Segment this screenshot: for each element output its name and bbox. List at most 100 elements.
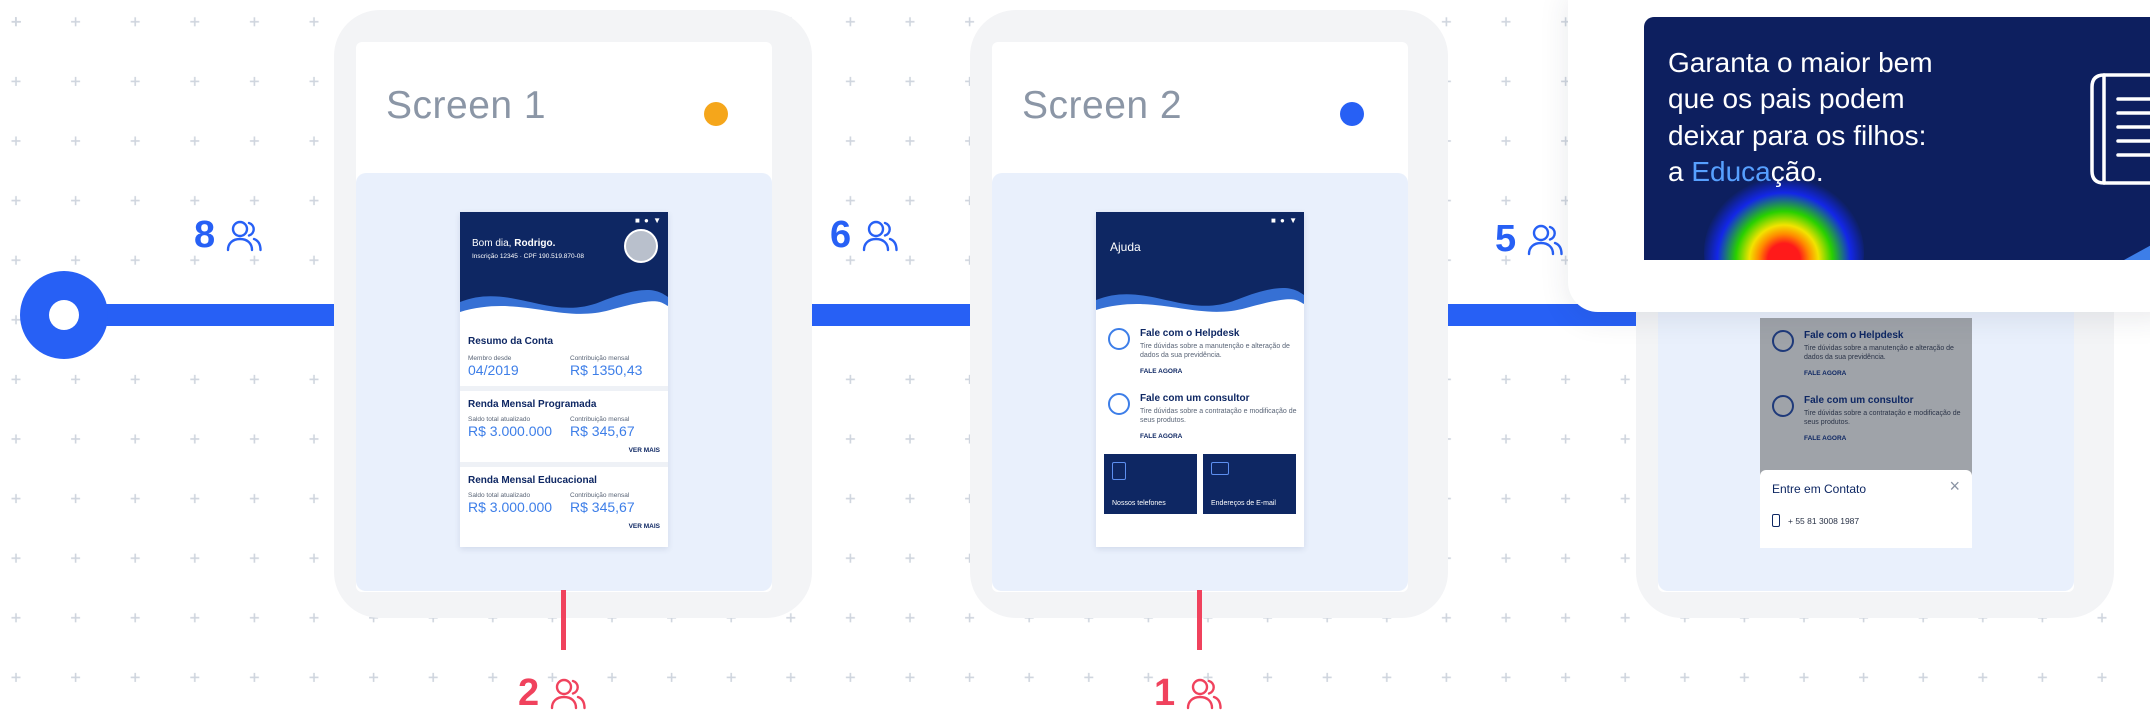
drop-count-2: 1 xyxy=(1154,672,1223,715)
item-desc: Tire dúvidas sobre a manutenção e altera… xyxy=(1140,343,1290,360)
banner-line-3: deixar para os filhos: xyxy=(1668,119,1927,151)
field-value: 04/2019 xyxy=(468,362,519,378)
screen-1-status-dot xyxy=(704,102,728,126)
field-value: R$ 3.000.000 xyxy=(468,423,553,439)
tile-email[interactable]: Endereços de E-mail xyxy=(1203,454,1296,515)
divider xyxy=(460,386,668,391)
sheet-title: Entre em Contato xyxy=(1772,482,1867,496)
field-label: Membro desde xyxy=(468,355,512,362)
field-label: Contribuição mensal xyxy=(570,416,630,423)
section-title: Resumo da Conta xyxy=(468,336,554,347)
dashboard-header: ■ ● ▼ Bom dia, Rodrigo. Inscrição 12345 … xyxy=(460,212,668,322)
field-label: Saldo total atualizado xyxy=(468,492,531,499)
sheet-phone-row[interactable]: + 55 81 3008 1987 xyxy=(1772,514,1859,527)
greeting-subline: Inscrição 12345 · CPF 190.519.870-08 xyxy=(472,253,585,260)
fale-agora-link[interactable]: FALE AGORA xyxy=(1804,435,1972,442)
screen-1-title: Screen 1 xyxy=(386,84,547,127)
section-resumo[interactable]: Resumo da Conta Membro desde 04/2019 Cont… xyxy=(460,336,668,378)
fale-agora-link[interactable]: FALE AGORA xyxy=(1140,433,1304,440)
section-renda-educacional[interactable]: Renda Mensal Educacional Saldo total atu… xyxy=(460,475,668,530)
flow-count-3-value: 5 xyxy=(1495,218,1517,260)
helpdesk-item[interactable]: Fale com o Helpdesk Tire dúvidas sobre a… xyxy=(1096,328,1304,375)
screen-2-title: Screen 2 xyxy=(1022,84,1183,127)
drop-line-2 xyxy=(1197,590,1202,650)
book-icon xyxy=(2090,73,2150,185)
greeting-name: Rodrigo. xyxy=(514,238,556,249)
item-title: Fale com o Helpdesk xyxy=(1140,328,1240,339)
item-desc: Tire dúvidas sobre a manutenção e altera… xyxy=(1804,345,1954,362)
banner-corner-accent xyxy=(2124,238,2150,260)
consultor-item[interactable]: Fale com um consultor Tire dúvidas sobre… xyxy=(1096,393,1304,440)
contact-sheet: Entre em Contato × + 55 81 3008 1987 xyxy=(1760,470,1972,548)
header-wave xyxy=(1096,288,1304,320)
greeting-prefix: Bom dia, xyxy=(472,238,515,249)
status-bar: ■ ● ▼ xyxy=(1270,216,1298,225)
users-icon xyxy=(862,220,898,251)
status-bar: ■ ● ▼ xyxy=(634,216,662,225)
drop-count-1-value: 2 xyxy=(518,672,540,714)
phone-icon xyxy=(1772,514,1780,527)
fale-agora-link[interactable]: FALE AGORA xyxy=(1804,370,1972,377)
flow-start-node[interactable] xyxy=(20,271,108,359)
banner-line-4-suffix: ção. xyxy=(1770,156,1824,188)
flow-count-2: 6 xyxy=(830,214,899,257)
banner-text: Garanta o maior bem que os pais podem de… xyxy=(1668,45,1933,191)
users-icon xyxy=(550,678,586,709)
item-title: Fale com o Helpdesk xyxy=(1804,330,1904,341)
screen-2-phone-preview[interactable]: ■ ● ▼ Ajuda Fale com o Helpdesk Tire dúv… xyxy=(1096,212,1304,547)
person-icon xyxy=(1108,393,1130,416)
ver-mais-link[interactable]: VER MAIS xyxy=(468,447,660,454)
users-icon xyxy=(226,220,262,251)
field-value: R$ 3.000.000 xyxy=(468,499,553,515)
screen-2-status-dot xyxy=(1340,102,1364,126)
ver-mais-link[interactable]: VER MAIS xyxy=(468,523,660,530)
screen-2-body: ■ ● ▼ Ajuda Fale com o Helpdesk Tire dúv… xyxy=(992,173,1408,591)
flow-count-2-value: 6 xyxy=(830,214,852,256)
item-title: Fale com um consultor xyxy=(1804,395,1914,407)
help-header: ■ ● ▼ Ajuda xyxy=(1096,212,1304,320)
screen-3-phone-preview[interactable]: Fale com o Helpdesk Tire dúvidas sobre a… xyxy=(1760,318,1972,548)
tile-label: Endereços de E-mail xyxy=(1211,499,1276,507)
headset-icon xyxy=(1772,330,1794,352)
close-icon[interactable]: × xyxy=(1949,476,1960,497)
section-title: Renda Mensal Programada xyxy=(468,399,597,410)
field-value: R$ 1350,43 xyxy=(570,362,643,378)
flow-count-1: 8 xyxy=(194,214,263,257)
headset-icon xyxy=(1108,328,1130,350)
banner-line-2: que os pais podem xyxy=(1668,83,1905,115)
drop-line-1 xyxy=(561,590,566,650)
section-renda-programada[interactable]: Renda Mensal Programada Saldo total atua… xyxy=(460,399,668,454)
field-value: R$ 345,67 xyxy=(570,499,635,515)
contact-tiles: Nossos telefones Endereços de E-mail xyxy=(1096,454,1304,515)
field-label: Contribuição mensal xyxy=(570,492,630,499)
field-label: Contribuição mensal xyxy=(570,355,630,362)
consultor-item[interactable]: Fale com um consultor Tire dúvidas sobre… xyxy=(1760,395,1972,442)
tile-telefones[interactable]: Nossos telefones xyxy=(1104,454,1197,515)
drop-count-1: 2 xyxy=(518,672,587,715)
fale-agora-link[interactable]: FALE AGORA xyxy=(1140,368,1304,375)
users-icon xyxy=(1527,224,1563,255)
screen-1-phone-preview[interactable]: ■ ● ▼ Bom dia, Rodrigo. Inscrição 12345 … xyxy=(460,212,668,547)
mail-icon xyxy=(1211,462,1229,476)
person-icon xyxy=(1772,395,1794,418)
sheet-phone: + 55 81 3008 1987 xyxy=(1788,515,1860,526)
avatar[interactable] xyxy=(624,229,658,263)
screen-1-card[interactable]: Screen 1 ■ ● ▼ Bom dia, Rodrigo. Inscriç… xyxy=(356,42,772,592)
helpdesk-item[interactable]: Fale com o Helpdesk Tire dúvidas sobre a… xyxy=(1760,330,1972,377)
banner-line-4-prefix: a xyxy=(1668,156,1692,188)
flow-count-3: 5 xyxy=(1495,218,1564,261)
tile-label: Nossos telefones xyxy=(1112,499,1166,507)
field-label: Saldo total atualizado xyxy=(468,416,531,423)
item-title: Fale com um consultor xyxy=(1140,393,1250,405)
header-wave xyxy=(460,290,668,322)
flow-start-node-center xyxy=(49,300,79,330)
greeting: Bom dia, Rodrigo. xyxy=(472,238,555,249)
heatmap-banner[interactable]: Garanta o maior bem que os pais podem de… xyxy=(1644,17,2150,260)
item-desc: Tire dúvidas sobre a contratação e modif… xyxy=(1140,408,1297,425)
phone-icon xyxy=(1112,462,1126,481)
field-value: R$ 345,67 xyxy=(570,423,635,439)
help-title: Ajuda xyxy=(1110,240,1141,254)
flow-count-1-value: 8 xyxy=(194,214,216,256)
screen-2-card[interactable]: Screen 2 ■ ● ▼ Ajuda Fale com o Helpdesk… xyxy=(992,42,1408,592)
banner-line-1: Garanta o maior bem xyxy=(1668,47,1933,78)
